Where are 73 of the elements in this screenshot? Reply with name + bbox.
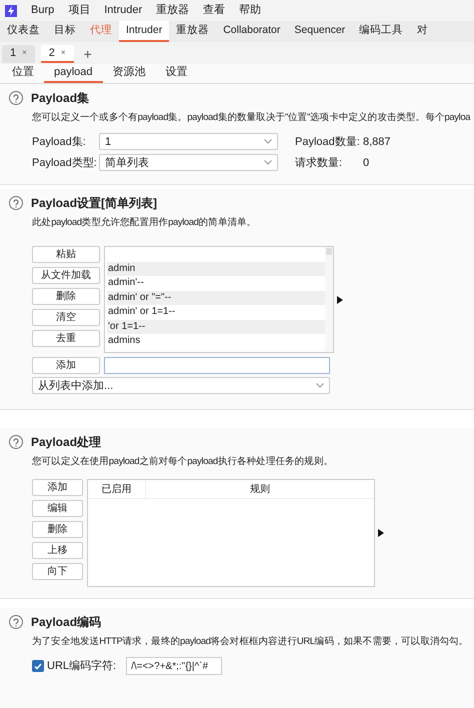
dropdown[interactable]: 1 [99, 133, 278, 150]
main-tab[interactable]: 仪表盘 [0, 21, 47, 42]
field-label: 请求数量: [295, 156, 344, 170]
field-label: Payload数量: [295, 134, 361, 150]
menu-item[interactable]: Intruder [104, 2, 142, 19]
list-item[interactable]: admin [107, 262, 325, 276]
menu-item[interactable]: 项目 [68, 2, 90, 19]
scrollbar[interactable] [325, 247, 333, 352]
button[interactable]: 删除 [32, 521, 83, 538]
button[interactable]: 粘贴 [32, 246, 100, 264]
dropdown[interactable]: 简单列表 [99, 154, 278, 172]
section-title: Payload编码 [31, 614, 102, 631]
field-label: Payload类型: [32, 156, 98, 170]
chevron-down-icon [264, 139, 272, 144]
sub-tab[interactable]: 位置 [2, 64, 44, 83]
checkbox[interactable] [32, 660, 44, 672]
field-label: Payload集: [32, 134, 87, 150]
column-header[interactable]: 规则 [146, 480, 374, 498]
list-item[interactable]: admin' or "="-- [107, 290, 325, 306]
sub-tab[interactable]: 资源池 [102, 64, 156, 83]
list-item[interactable]: 'or 1=1-- [107, 320, 325, 334]
main-tab[interactable]: Sequencer [287, 21, 352, 42]
chevron-down-icon [316, 383, 324, 388]
close-icon[interactable]: × [22, 47, 27, 59]
add-tab-button[interactable]: + [80, 44, 96, 64]
expand-arrow-icon[interactable] [378, 529, 384, 538]
rules-table[interactable]: 已启用 规则 [87, 479, 375, 588]
menu-item[interactable]: 查看 [203, 2, 226, 19]
attack-tab[interactable]: 2 × [40, 45, 74, 63]
section-description: 您可以定义一个或多个有payload集。payload集的数量取决于"位置"选项卡中定义的攻击类型。每个payloa [32, 111, 470, 125]
app-logo-icon [5, 4, 17, 16]
column-header[interactable]: 已启用 [88, 480, 146, 498]
main-tab[interactable]: 编码工具 [352, 21, 410, 42]
input-field[interactable]: /\=<>?+&*;:"{}|^`# [126, 657, 222, 676]
main-tab[interactable]: Collaborator [216, 21, 288, 42]
expand-arrow-icon[interactable] [337, 296, 343, 304]
help-icon[interactable] [9, 615, 23, 629]
button[interactable]: 清空 [32, 309, 100, 326]
section-title: Payload设置[简单列表] [31, 195, 158, 212]
close-icon[interactable]: × [60, 47, 66, 59]
menu-item[interactable]: Burp [31, 2, 54, 19]
field-value: 8,887 [363, 134, 391, 150]
chevron-down-icon [264, 160, 272, 166]
main-tab[interactable]: 对 [410, 21, 436, 42]
main-tab[interactable]: 目标 [47, 21, 83, 42]
input-field[interactable] [104, 357, 330, 374]
section-title: Payload集 [31, 90, 90, 107]
field-value: 0 [363, 156, 370, 170]
section-description: 为了安全地发送HTTP请求，最终的payload将会对框框内容进行URL编码，如果不需要，可以取消勾勾。 [32, 635, 468, 649]
section-title: Payload处理 [31, 434, 102, 451]
button[interactable]: 编辑 [32, 500, 83, 518]
attack-tab[interactable]: 1 × [2, 45, 35, 63]
help-icon[interactable] [9, 435, 23, 449]
button[interactable]: 上移 [32, 542, 83, 560]
button[interactable]: 去重 [32, 330, 100, 348]
button[interactable]: 向下 [32, 563, 83, 580]
button[interactable]: 添加 [32, 479, 83, 496]
help-icon[interactable] [9, 196, 23, 210]
main-tab[interactable]: Intruder [119, 21, 170, 42]
button[interactable]: 从文件加载 [32, 267, 100, 284]
payload-list[interactable]: admin admin'-- admin' or "="-- admin' or 1=1-- 'or 1=1-- admins [104, 246, 334, 354]
section-description: 此处payload类型允许您配置用作payload的简单清单。 [32, 216, 256, 230]
sub-tab[interactable]: 设置 [156, 64, 198, 83]
section-description: 您可以定义在使用payload之前对每个payload执行各种处理任务的规则。 [32, 455, 333, 469]
help-icon[interactable] [9, 91, 23, 105]
menu-item[interactable]: 重放器 [156, 2, 190, 19]
dropdown[interactable]: 从列表中添加... [32, 377, 330, 394]
button[interactable]: 添加 [32, 357, 100, 374]
scrollbar-thumb[interactable] [326, 248, 332, 256]
button[interactable]: 删除 [32, 288, 100, 306]
menu-item[interactable]: 帮助 [239, 2, 262, 19]
checkbox-label: URL编码字符: [47, 658, 116, 674]
main-tab[interactable]: 重放器 [169, 21, 216, 42]
